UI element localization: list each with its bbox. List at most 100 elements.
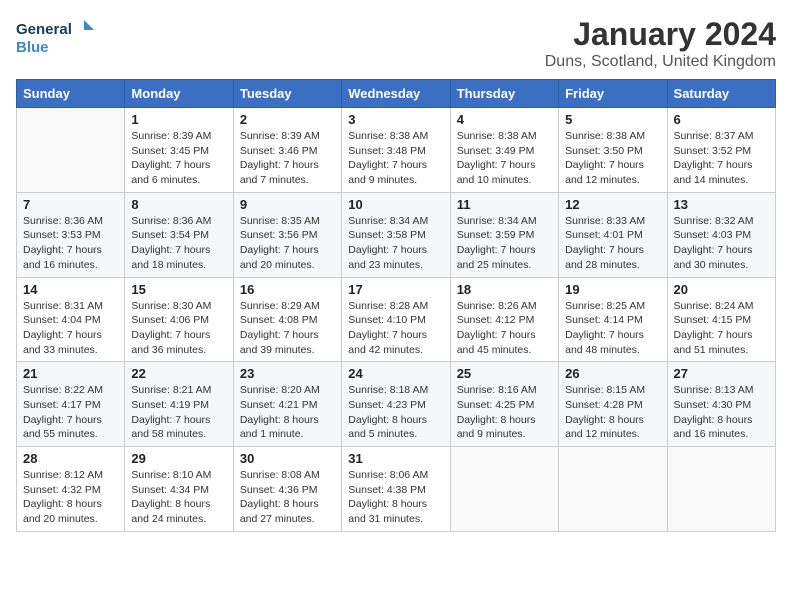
calendar-cell: [667, 447, 775, 532]
cell-info: Sunrise: 8:31 AMSunset: 4:04 PMDaylight:…: [23, 299, 118, 358]
cell-info: Sunrise: 8:16 AMSunset: 4:25 PMDaylight:…: [457, 383, 552, 442]
cell-info: Sunrise: 8:34 AMSunset: 3:59 PMDaylight:…: [457, 214, 552, 273]
day-number: 8: [131, 197, 226, 212]
cell-info: Sunrise: 8:36 AMSunset: 3:53 PMDaylight:…: [23, 214, 118, 273]
calendar-cell: 12 Sunrise: 8:33 AMSunset: 4:01 PMDayligh…: [559, 192, 667, 277]
calendar-cell: 29Sunrise: 8:10 AMSunset: 4:34 PMDayligh…: [125, 447, 233, 532]
day-number: 23: [240, 366, 335, 381]
cell-info: Sunrise: 8:12 AMSunset: 4:32 PMDaylight:…: [23, 468, 118, 527]
calendar-cell: 31 Sunrise: 8:06 AMSunset: 4:38 PMDayligh…: [342, 447, 450, 532]
calendar-cell: 24 Sunrise: 8:18 AMSunset: 4:23 PMDayligh…: [342, 362, 450, 447]
day-number: 19: [565, 282, 660, 297]
day-number: 21: [23, 366, 118, 381]
day-number: 12: [565, 197, 660, 212]
cell-info: Sunrise: 8:18 AMSunset: 4:23 PMDaylight:…: [348, 383, 443, 442]
cell-info: Sunrise: 8:13 AMSunset: 4:30 PMDaylight:…: [674, 383, 769, 442]
cell-info: Sunrise: 8:22 AMSunset: 4:17 PMDaylight:…: [23, 383, 118, 442]
day-number: 2: [240, 112, 335, 127]
day-number: 24: [348, 366, 443, 381]
calendar-cell: 8 Sunrise: 8:36 AMSunset: 3:54 PMDaylight…: [125, 192, 233, 277]
week-row-4: 21 Sunrise: 8:22 AMSunset: 4:17 PMDayligh…: [17, 362, 776, 447]
day-number: 15: [131, 282, 226, 297]
cell-info: Sunrise: 8:10 AMSunset: 4:34 PMDaylight:…: [131, 468, 226, 527]
day-header-friday: Friday: [559, 80, 667, 108]
cell-info: Sunrise: 8:24 AMSunset: 4:15 PMDaylight:…: [674, 299, 769, 358]
cell-info: Sunrise: 8:06 AMSunset: 4:38 PMDaylight:…: [348, 468, 443, 527]
day-number: 6: [674, 112, 769, 127]
day-number: 14: [23, 282, 118, 297]
cell-info: Sunrise: 8:08 AMSunset: 4:36 PMDaylight:…: [240, 468, 335, 527]
calendar-cell: 23 Sunrise: 8:20 AMSunset: 4:21 PMDayligh…: [233, 362, 341, 447]
calendar-cell: 28 Sunrise: 8:12 AMSunset: 4:32 PMDayligh…: [17, 447, 125, 532]
cell-info: Sunrise: 8:25 AMSunset: 4:14 PMDaylight:…: [565, 299, 660, 358]
calendar-cell: [17, 108, 125, 193]
day-number: 4: [457, 112, 552, 127]
calendar-cell: 9 Sunrise: 8:35 AMSunset: 3:56 PMDaylight…: [233, 192, 341, 277]
calendar-cell: 16Sunrise: 8:29 AMSunset: 4:08 PMDayligh…: [233, 277, 341, 362]
calendar-cell: 19 Sunrise: 8:25 AMSunset: 4:14 PMDayligh…: [559, 277, 667, 362]
day-number: 31: [348, 451, 443, 466]
cell-info: Sunrise: 8:29 AMSunset: 4:08 PMDaylight:…: [240, 299, 335, 358]
location-title: Duns, Scotland, United Kingdom: [545, 53, 776, 71]
day-number: 20: [674, 282, 769, 297]
day-number: 9: [240, 197, 335, 212]
cell-info: Sunrise: 8:26 AMSunset: 4:12 PMDaylight:…: [457, 299, 552, 358]
week-row-1: 1 Sunrise: 8:39 AMSunset: 3:45 PMDaylight…: [17, 108, 776, 193]
day-number: 3: [348, 112, 443, 127]
day-number: 11: [457, 197, 552, 212]
week-row-2: 7 Sunrise: 8:36 AMSunset: 3:53 PMDaylight…: [17, 192, 776, 277]
cell-info: Sunrise: 8:33 AMSunset: 4:01 PMDaylight:…: [565, 214, 660, 273]
cell-info: Sunrise: 8:34 AMSunset: 3:58 PMDaylight:…: [348, 214, 443, 273]
day-number: 27: [674, 366, 769, 381]
cell-info: Sunrise: 8:20 AMSunset: 4:21 PMDaylight:…: [240, 383, 335, 442]
calendar-cell: 7 Sunrise: 8:36 AMSunset: 3:53 PMDaylight…: [17, 192, 125, 277]
cell-info: Sunrise: 8:37 AMSunset: 3:52 PMDaylight:…: [674, 129, 769, 188]
day-number: 7: [23, 197, 118, 212]
cell-info: Sunrise: 8:39 AMSunset: 3:46 PMDaylight:…: [240, 129, 335, 188]
day-number: 30: [240, 451, 335, 466]
day-number: 22: [131, 366, 226, 381]
day-number: 25: [457, 366, 552, 381]
calendar-table: SundayMondayTuesdayWednesdayThursdayFrid…: [16, 79, 776, 532]
calendar-cell: 15Sunrise: 8:30 AMSunset: 4:06 PMDayligh…: [125, 277, 233, 362]
calendar-cell: 10 Sunrise: 8:34 AMSunset: 3:58 PMDayligh…: [342, 192, 450, 277]
day-header-tuesday: Tuesday: [233, 80, 341, 108]
calendar-cell: 14 Sunrise: 8:31 AMSunset: 4:04 PMDayligh…: [17, 277, 125, 362]
cell-info: Sunrise: 8:28 AMSunset: 4:10 PMDaylight:…: [348, 299, 443, 358]
cell-info: Sunrise: 8:32 AMSunset: 4:03 PMDaylight:…: [674, 214, 769, 273]
cell-info: Sunrise: 8:38 AMSunset: 3:48 PMDaylight:…: [348, 129, 443, 188]
cell-info: Sunrise: 8:38 AMSunset: 3:50 PMDaylight:…: [565, 129, 660, 188]
cell-info: Sunrise: 8:36 AMSunset: 3:54 PMDaylight:…: [131, 214, 226, 273]
calendar-cell: 1 Sunrise: 8:39 AMSunset: 3:45 PMDaylight…: [125, 108, 233, 193]
cell-info: Sunrise: 8:38 AMSunset: 3:49 PMDaylight:…: [457, 129, 552, 188]
day-number: 13: [674, 197, 769, 212]
calendar-cell: 26Sunrise: 8:15 AMSunset: 4:28 PMDayligh…: [559, 362, 667, 447]
days-header-row: SundayMondayTuesdayWednesdayThursdayFrid…: [17, 80, 776, 108]
day-number: 1: [131, 112, 226, 127]
calendar-cell: [559, 447, 667, 532]
week-row-3: 14 Sunrise: 8:31 AMSunset: 4:04 PMDayligh…: [17, 277, 776, 362]
day-number: 26: [565, 366, 660, 381]
cell-info: Sunrise: 8:39 AMSunset: 3:45 PMDaylight:…: [131, 129, 226, 188]
calendar-cell: 18 Sunrise: 8:26 AMSunset: 4:12 PMDayligh…: [450, 277, 558, 362]
week-row-5: 28 Sunrise: 8:12 AMSunset: 4:32 PMDayligh…: [17, 447, 776, 532]
calendar-cell: 4 Sunrise: 8:38 AMSunset: 3:49 PMDaylight…: [450, 108, 558, 193]
calendar-cell: 27 Sunrise: 8:13 AMSunset: 4:30 PMDayligh…: [667, 362, 775, 447]
title-block: January 2024 Duns, Scotland, United King…: [545, 16, 776, 71]
calendar-cell: 20 Sunrise: 8:24 AMSunset: 4:15 PMDayligh…: [667, 277, 775, 362]
cell-info: Sunrise: 8:35 AMSunset: 3:56 PMDaylight:…: [240, 214, 335, 273]
calendar-cell: 25 Sunrise: 8:16 AMSunset: 4:25 PMDayligh…: [450, 362, 558, 447]
day-header-thursday: Thursday: [450, 80, 558, 108]
page-header: General Blue January 2024 Duns, Scotland…: [16, 16, 776, 71]
month-title: January 2024: [545, 16, 776, 53]
calendar-cell: [450, 447, 558, 532]
calendar-cell: 30 Sunrise: 8:08 AMSunset: 4:36 PMDayligh…: [233, 447, 341, 532]
calendar-cell: 21 Sunrise: 8:22 AMSunset: 4:17 PMDayligh…: [17, 362, 125, 447]
day-number: 18: [457, 282, 552, 297]
calendar-cell: 22Sunrise: 8:21 AMSunset: 4:19 PMDayligh…: [125, 362, 233, 447]
calendar-cell: 6 Sunrise: 8:37 AMSunset: 3:52 PMDaylight…: [667, 108, 775, 193]
calendar-cell: 5Sunrise: 8:38 AMSunset: 3:50 PMDaylight…: [559, 108, 667, 193]
day-number: 28: [23, 451, 118, 466]
calendar-cell: 17Sunrise: 8:28 AMSunset: 4:10 PMDayligh…: [342, 277, 450, 362]
day-number: 10: [348, 197, 443, 212]
